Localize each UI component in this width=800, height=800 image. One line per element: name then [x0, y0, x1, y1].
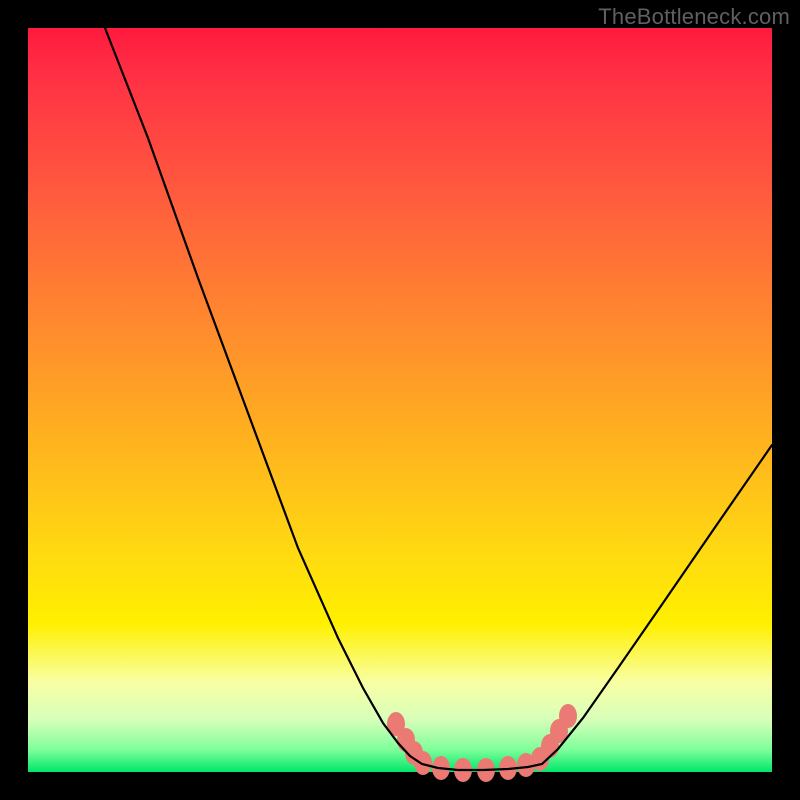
bottleneck-curve [105, 28, 772, 770]
chart-frame: TheBottleneck.com [0, 0, 800, 800]
chart-svg [28, 28, 772, 772]
chart-plot-area [28, 28, 772, 772]
watermark-text: TheBottleneck.com [598, 4, 790, 30]
marker-bead [559, 704, 577, 728]
marker-bead [414, 751, 432, 775]
